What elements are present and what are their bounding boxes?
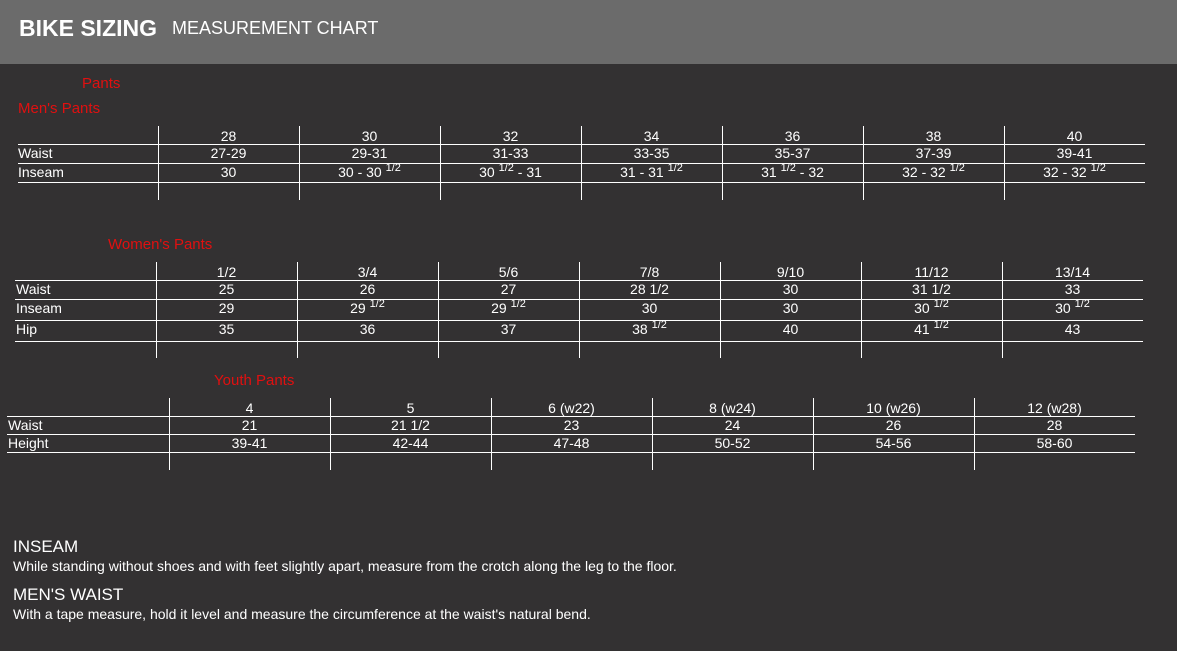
size-header: 12 (w28) <box>1027 400 1082 416</box>
size-header: 4 <box>245 400 254 416</box>
table-cell: 30 <box>782 300 799 316</box>
table-cell: 39-41 <box>1056 145 1093 161</box>
table-cell: 21 <box>241 417 258 433</box>
table-cell: 26 <box>885 417 902 433</box>
table-cell: 26 <box>359 281 376 297</box>
table-cell: 33-35 <box>633 145 670 161</box>
table-cell: 29 <box>218 300 235 316</box>
table-cell: 23 <box>563 417 580 433</box>
table-cell: 27-29 <box>210 145 247 161</box>
table-cell: 29-31 <box>351 145 388 161</box>
table-cell: 30 <box>220 164 237 180</box>
table-cell: 50-52 <box>714 435 751 451</box>
table-cell: 21 1/2 <box>391 417 430 433</box>
table-cell: 54-56 <box>875 435 912 451</box>
size-header: 5/6 <box>498 264 519 280</box>
size-header: 11/12 <box>914 264 949 280</box>
table-cell: 47-48 <box>553 435 590 451</box>
row-divider <box>7 452 1135 453</box>
table-cell: 35-37 <box>774 145 811 161</box>
table-cell: 42-44 <box>392 435 429 451</box>
row-label: Inseam <box>18 164 64 180</box>
youth-pants-title: Youth Pants <box>214 372 295 389</box>
table-cell: 58-60 <box>1036 435 1073 451</box>
page-header: BIKE SIZING MEASUREMENT CHART <box>0 0 1177 64</box>
table-cell: 32 - 32 1/2 <box>902 162 965 181</box>
table-cell: 29 1/2 <box>350 298 385 317</box>
table-cell: 35 <box>218 321 235 337</box>
table-cell: 38 1/2 <box>632 319 667 338</box>
table-cell: 30 1/2 <box>1055 298 1090 317</box>
table-cell: 36 <box>359 321 376 337</box>
row-label: Waist <box>18 145 53 161</box>
section-title: Pants <box>82 75 121 92</box>
table-cell: 32 - 32 1/2 <box>1043 162 1106 181</box>
table-cell: 24 <box>724 417 741 433</box>
size-header: 34 <box>643 128 660 144</box>
table-cell: 28 1/2 <box>630 281 669 297</box>
row-label: Height <box>8 435 49 451</box>
table-cell: 40 <box>782 321 799 337</box>
table-cell: 31 - 31 1/2 <box>620 162 683 181</box>
size-header: 7/8 <box>639 264 660 280</box>
table-cell: 29 1/2 <box>491 298 526 317</box>
table-cell: 30 1/2 <box>914 298 949 317</box>
table-cell: 31 1/2 - 32 <box>761 162 824 181</box>
size-header: 38 <box>925 128 942 144</box>
table-cell: 39-41 <box>231 435 268 451</box>
size-header: 36 <box>784 128 801 144</box>
table-cell: 30 <box>782 281 799 297</box>
table-cell: 43 <box>1064 321 1081 337</box>
table-cell: 30 - 30 1/2 <box>338 162 401 181</box>
mens-waist-text: With a tape measure, hold it level and m… <box>13 606 591 622</box>
size-header: 10 (w26) <box>866 400 921 416</box>
row-label: Waist <box>8 417 43 433</box>
table-cell: 41 1/2 <box>914 319 949 338</box>
table-cell: 30 <box>641 300 658 316</box>
mens-pants-title: Men's Pants <box>18 100 101 117</box>
page-subtitle: MEASUREMENT CHART <box>172 18 379 38</box>
size-header: 32 <box>502 128 519 144</box>
row-label: Hip <box>16 321 38 337</box>
table-cell: 31 1/2 <box>912 281 951 297</box>
row-label: Waist <box>16 281 51 297</box>
size-header: 40 <box>1066 128 1083 144</box>
table-cell: 25 <box>218 281 235 297</box>
table-cell: 37-39 <box>915 145 952 161</box>
table-cell: 28 <box>1046 417 1063 433</box>
table-cell: 33 <box>1064 281 1081 297</box>
size-header: 13/14 <box>1054 264 1091 280</box>
mens-waist-heading: MEN'S WAIST <box>13 585 124 604</box>
table-cell: 30 1/2 - 31 <box>479 162 542 181</box>
size-header: 9/10 <box>776 264 805 280</box>
inseam-heading: INSEAM <box>13 537 79 556</box>
size-header: 6 (w22) <box>548 400 595 416</box>
table-cell: 37 <box>500 321 517 337</box>
table-cell: 31-33 <box>492 145 529 161</box>
size-header: 1/2 <box>216 264 237 280</box>
table-cell: 27 <box>500 281 517 297</box>
inseam-text: While standing without shoes and with fe… <box>13 558 677 574</box>
size-header: 5 <box>406 400 415 416</box>
page-title: BIKE SIZING <box>19 15 158 41</box>
size-header: 30 <box>361 128 378 144</box>
size-header: 8 (w24) <box>709 400 756 416</box>
size-header: 3/4 <box>357 264 378 280</box>
row-label: Inseam <box>16 300 62 316</box>
size-header: 28 <box>220 128 237 144</box>
womens-pants-title: Women's Pants <box>108 236 213 253</box>
